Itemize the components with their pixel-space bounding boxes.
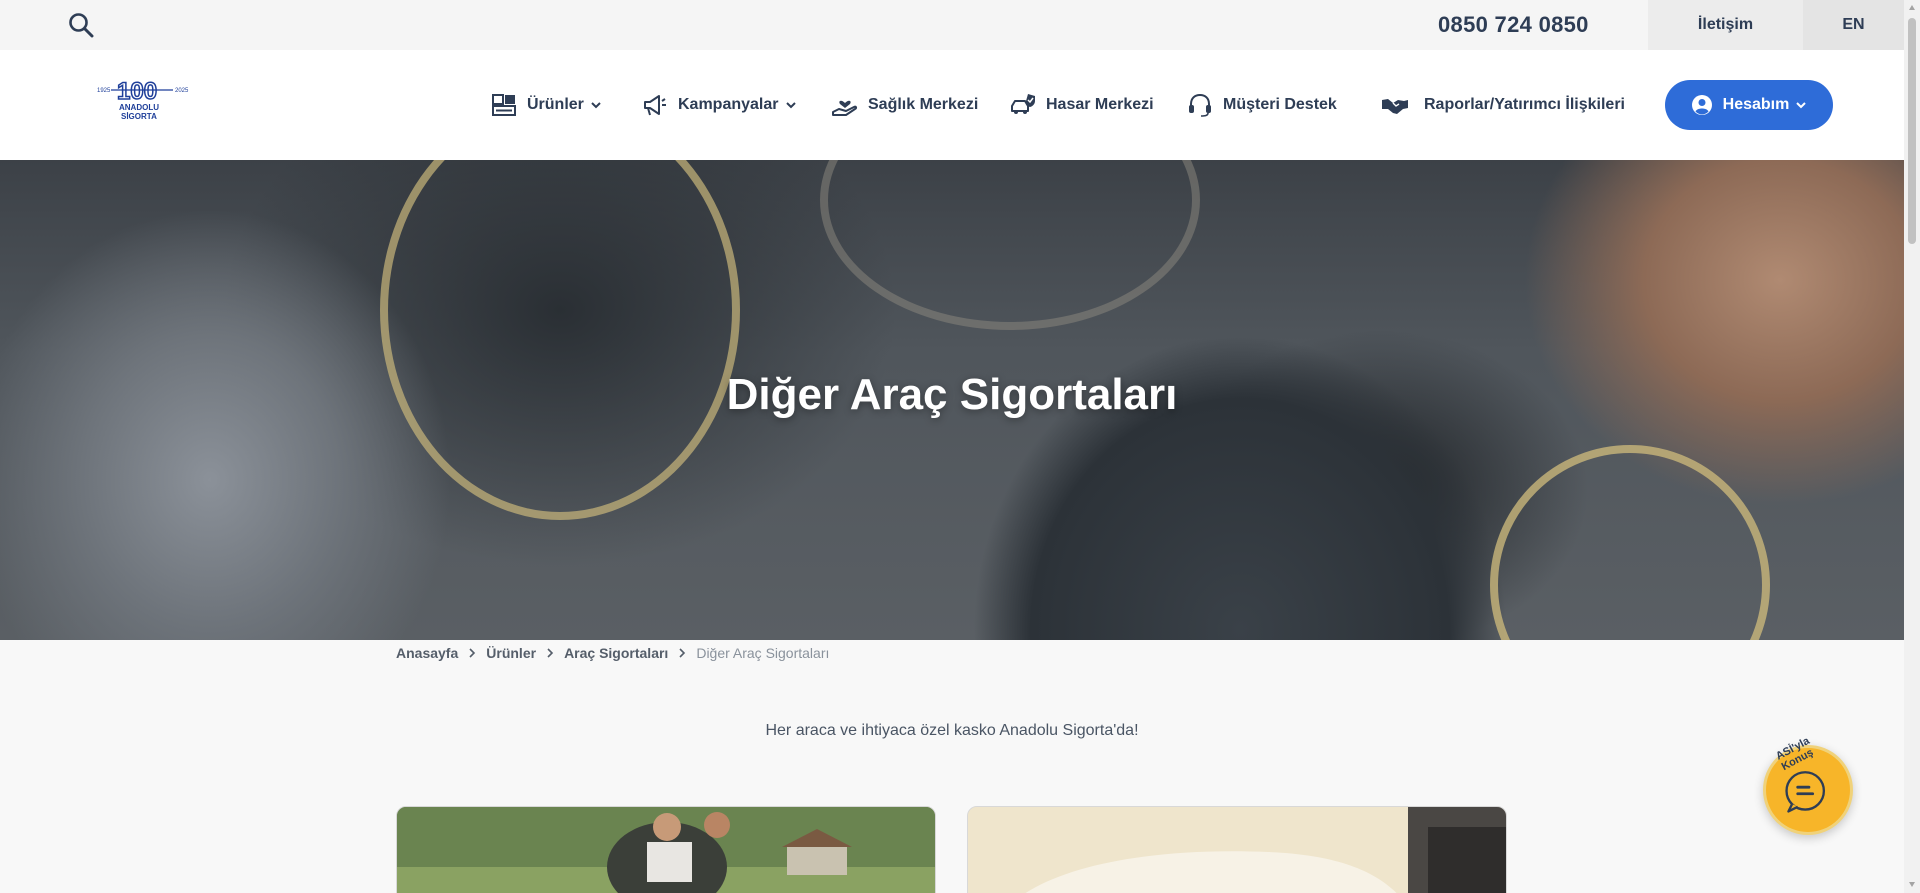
megaphone-icon xyxy=(644,95,666,116)
breadcrumb-vehicle-insurance[interactable]: Araç Sigortaları xyxy=(564,645,668,661)
hero-gauge-ring xyxy=(1490,445,1770,640)
product-card-motorcycle[interactable] xyxy=(396,806,936,893)
card-image-motorcycle xyxy=(397,807,935,893)
chevron-down-icon xyxy=(785,102,796,109)
nav-item-campaigns[interactable]: Kampanyalar xyxy=(641,88,797,122)
anadolu-sigorta-logo[interactable]: 1925 2025 100 ANADOLU SİGORTA xyxy=(95,77,195,127)
car-damage-icon xyxy=(1011,94,1035,114)
nav-item-customer-support-label: Müşteri Destek xyxy=(1223,96,1337,113)
card-image-car xyxy=(968,807,1506,893)
nav-item-damage-center-label: Hasar Merkezi xyxy=(1046,96,1154,113)
account-button-label: Hesabım xyxy=(1722,96,1790,113)
page-subtitle: Her araca ve ihtiyaca özel kasko Anadolu… xyxy=(765,722,1139,739)
logo-line1: ANADOLU xyxy=(119,103,159,112)
hero-banner: Diğer Araç Sigortaları xyxy=(0,160,1904,640)
handshake-icon xyxy=(1382,99,1408,114)
phone-number[interactable]: 0850 724 0850 xyxy=(1438,12,1589,38)
account-button[interactable]: Hesabım xyxy=(1665,80,1833,130)
nav-item-customer-support[interactable]: Müşteri Destek xyxy=(1186,88,1337,122)
search-icon[interactable] xyxy=(68,12,94,38)
scroll-down-arrow-icon[interactable] xyxy=(1908,880,1916,888)
chevron-down-icon xyxy=(591,102,601,109)
health-hand-icon xyxy=(832,100,858,116)
chevron-down-icon xyxy=(1796,102,1807,109)
user-circle-icon xyxy=(1691,95,1712,115)
chevron-right-icon xyxy=(547,648,554,658)
nav-item-damage-center[interactable]: Hasar Merkezi xyxy=(1009,88,1154,122)
page: 0850 724 0850 İletişim EN 1925 2025 100 … xyxy=(0,0,1920,893)
breadcrumb: Anasayfa Ürünler Araç Sigortaları Diğer … xyxy=(396,643,829,663)
chevron-right-icon xyxy=(469,648,476,658)
breadcrumb-current: Diğer Araç Sigortaları xyxy=(696,645,830,661)
hero-gauge-ring xyxy=(820,160,1200,330)
main-navbar: 1925 2025 100 ANADOLU SİGORTA Ürünler Ka… xyxy=(0,50,1904,160)
product-card-car[interactable] xyxy=(967,806,1507,893)
products-icon xyxy=(492,94,516,116)
chevron-right-icon xyxy=(679,648,686,658)
nav-item-health-center-label: Sağlık Merkezi xyxy=(868,96,979,113)
scroll-up-arrow-icon[interactable] xyxy=(1908,4,1916,12)
nav-item-investor-relations-label: Raporlar/Yatırımcı İlişkileri xyxy=(1424,96,1625,113)
top-utility-bar: 0850 724 0850 İletişim EN xyxy=(0,0,1904,50)
headset-icon xyxy=(1189,93,1211,117)
logo-year-end: 2025 xyxy=(175,88,189,94)
nav-item-investor-relations[interactable]: Raporlar/Yatırımcı İlişkileri xyxy=(1375,88,1625,122)
logo-badge: 100 xyxy=(117,78,157,105)
nav-item-products-label: Ürünler xyxy=(527,96,584,113)
nav-item-health-center[interactable]: Sağlık Merkezi xyxy=(831,88,978,122)
logo-line2: SİGORTA xyxy=(121,112,157,121)
breadcrumb-home[interactable]: Anasayfa xyxy=(396,645,458,661)
scrollbar-thumb[interactable] xyxy=(1908,18,1916,244)
nav-item-products[interactable]: Ürünler xyxy=(490,88,602,122)
contact-link[interactable]: İletişim xyxy=(1648,0,1803,50)
logo-year-start: 1925 xyxy=(97,88,111,94)
nav-item-campaigns-label: Kampanyalar xyxy=(678,96,779,113)
page-title: Diğer Araç Sigortaları xyxy=(726,370,1178,419)
breadcrumb-products[interactable]: Ürünler xyxy=(486,645,536,661)
hero-gauge-ring xyxy=(380,160,740,520)
language-switch[interactable]: EN xyxy=(1803,0,1904,50)
